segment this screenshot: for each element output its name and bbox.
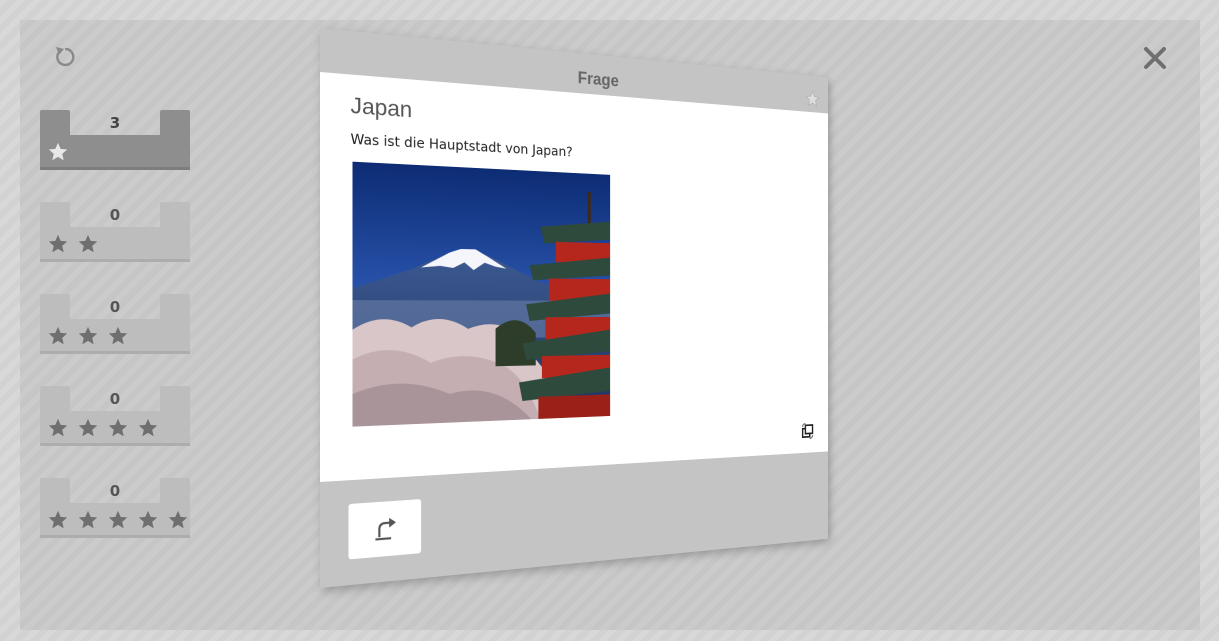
box-count: 0 bbox=[109, 206, 121, 224]
star-icon bbox=[73, 322, 103, 350]
flip-card-button[interactable] bbox=[791, 413, 824, 449]
star-icon bbox=[73, 506, 103, 534]
box-2[interactable]: 0 bbox=[40, 202, 190, 262]
reload-button[interactable] bbox=[48, 42, 84, 72]
box-3[interactable]: 0 bbox=[40, 294, 190, 354]
box-5[interactable]: 0 bbox=[40, 478, 190, 538]
star-icon bbox=[43, 506, 73, 534]
box-stars bbox=[43, 230, 103, 258]
reload-icon bbox=[56, 47, 75, 67]
star-icon bbox=[43, 230, 73, 258]
box-stars bbox=[43, 414, 163, 442]
star-icon bbox=[43, 414, 73, 442]
star-icon bbox=[103, 414, 133, 442]
star-icon bbox=[805, 89, 821, 109]
box-stars bbox=[43, 506, 193, 534]
star-icon bbox=[103, 322, 133, 350]
card-title: Japan bbox=[350, 92, 413, 123]
card-body: Japan Was ist die Hauptstadt von Japan? bbox=[320, 72, 828, 482]
box-count: 3 bbox=[109, 114, 121, 132]
box-count: 0 bbox=[109, 298, 121, 316]
box-4[interactable]: 0 bbox=[40, 386, 190, 446]
box-count: 0 bbox=[109, 390, 121, 408]
card-image-mount-fuji-pagoda bbox=[352, 161, 611, 427]
card-question: Was ist die Hauptstadt von Japan? bbox=[350, 131, 573, 161]
box-1[interactable]: 3 bbox=[40, 110, 190, 170]
star-icon bbox=[163, 506, 193, 534]
favorite-star-button[interactable] bbox=[803, 86, 823, 111]
star-icon bbox=[133, 414, 163, 442]
star-icon bbox=[133, 506, 163, 534]
box-stars bbox=[43, 138, 73, 166]
star-icon bbox=[43, 138, 73, 166]
star-icon bbox=[103, 506, 133, 534]
learning-app: 3 0 0 0 0 Frage Japan Was ist die Haupts… bbox=[20, 20, 1200, 630]
flashcard-container: Frage Japan Was ist die Hauptstadt von J… bbox=[320, 28, 920, 588]
undo-icon bbox=[371, 517, 398, 544]
star-icon bbox=[73, 230, 103, 258]
undo-button[interactable] bbox=[348, 499, 422, 560]
close-button[interactable] bbox=[1137, 40, 1173, 76]
flip-card-icon bbox=[800, 422, 816, 441]
close-icon bbox=[1144, 47, 1166, 69]
star-icon bbox=[43, 322, 73, 350]
box-count: 0 bbox=[109, 482, 121, 500]
flashcard: Frage Japan Was ist die Hauptstadt von J… bbox=[320, 28, 828, 588]
box-stars bbox=[43, 322, 133, 350]
star-icon bbox=[73, 414, 103, 442]
